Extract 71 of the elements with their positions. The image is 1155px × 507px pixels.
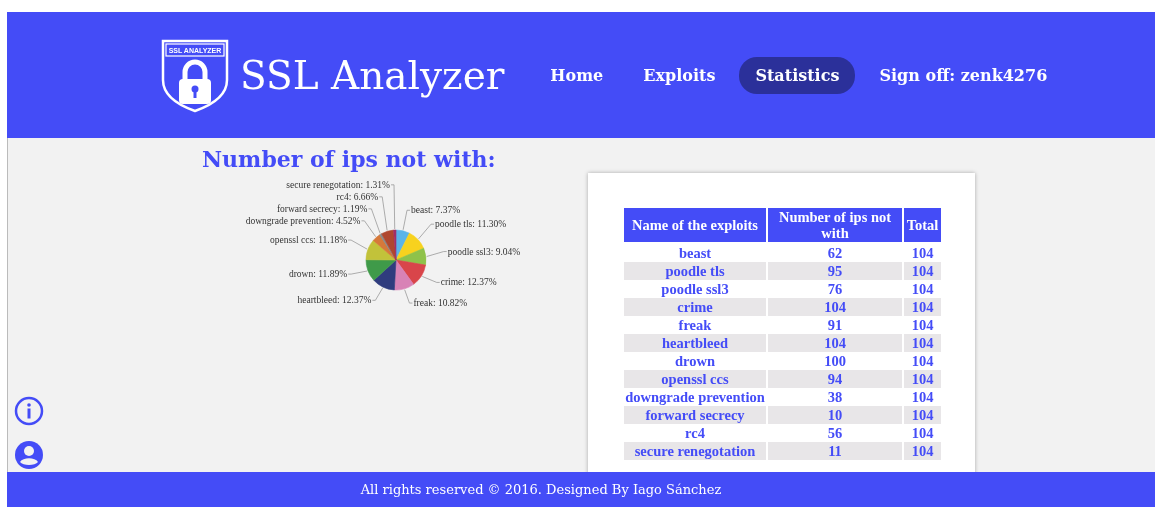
table-cell: 104: [904, 442, 941, 460]
column-header: Total: [904, 208, 941, 244]
data-label: drown: 11.89%: [288, 269, 348, 280]
table-cell: crime: [624, 298, 766, 316]
table-cell: 104: [904, 370, 941, 388]
nav-link[interactable]: Sign off: zenk4276: [863, 56, 1064, 94]
shield-icon: [161, 39, 229, 112]
table-cell-text: 38: [826, 388, 844, 406]
data-label: beast: 7.37%: [411, 205, 461, 216]
table-cell-text: drown: [674, 352, 716, 370]
table-cell-text: 100: [823, 352, 847, 370]
table-cell-text: beast: [677, 244, 713, 262]
leader-line: [421, 276, 441, 283]
data-label: crime: 12.37%: [440, 277, 497, 288]
table-cell: 104: [904, 406, 941, 424]
table-cell: 11: [768, 442, 902, 460]
table-cell: downgrade prevention: [624, 388, 766, 406]
nav-link[interactable]: Statistics: [739, 56, 856, 94]
table-cell-text: 104: [910, 316, 935, 334]
leader-line: [390, 184, 396, 230]
table-cell: forward secrecy: [624, 406, 766, 424]
leader-line: [402, 209, 411, 231]
table-cell: heartbleed: [624, 334, 766, 352]
padlock-icon: [179, 59, 211, 104]
table-cell-text: 76: [826, 280, 844, 298]
leader-line: [426, 251, 448, 257]
table-cell-text: 104: [910, 244, 935, 262]
leader-line: [347, 270, 368, 275]
column-header: Name of the exploits: [624, 208, 766, 244]
user-icon[interactable]: [14, 440, 44, 470]
table-cell-text: poodle ssl3: [660, 280, 730, 298]
leader-line: [378, 196, 388, 231]
footer-text: All rights reserved © 2016. Designed By Iago Sánchez: [360, 482, 722, 497]
table-cell: openssl ccs: [624, 370, 766, 388]
data-label: secure renegotation: 1.31%: [286, 179, 391, 190]
leader-line: [371, 287, 384, 301]
table-cell: 104: [768, 298, 902, 316]
table-cell-text: 104: [910, 424, 935, 442]
table-cell: secure renegotation: [624, 442, 766, 460]
table-cell-text: 104: [910, 280, 935, 298]
table-cell: 104: [768, 334, 902, 352]
data-label: rc4: 6.66%: [336, 191, 379, 202]
table-cell: 104: [904, 298, 941, 316]
data-label: poodle tls: 11.30%: [435, 219, 507, 230]
table-cell: 94: [768, 370, 902, 388]
table-cell-text: 104: [910, 388, 935, 406]
data-label: openssl ccs: 11.18%: [270, 235, 348, 246]
table-cell: 104: [904, 334, 941, 352]
table-cell: 104: [904, 262, 941, 280]
table-cell: 95: [768, 262, 902, 280]
table-cell-text: rc4: [684, 424, 706, 442]
nav-link[interactable]: Exploits: [627, 56, 732, 94]
leader-line: [404, 289, 413, 304]
column-header: Number of ips not with: [768, 208, 902, 244]
leader-line: [418, 223, 435, 240]
table-cell-text: 62: [826, 244, 844, 262]
site-title: SSL Analyzer: [240, 52, 505, 98]
table-cell-text: 56: [826, 424, 844, 442]
table-cell-text: 91: [826, 316, 844, 334]
data-label: poodle ssl3: 9.04%: [447, 246, 521, 257]
data-label: downgrade prevention: 4.52%: [245, 215, 361, 226]
data-label: freak: 10.82%: [413, 298, 468, 309]
info-icon[interactable]: [14, 396, 44, 426]
data-label: heartbleed: 12.37%: [297, 295, 372, 306]
table-cell: poodle tls: [624, 262, 766, 280]
table-cell: 10: [768, 406, 902, 424]
table-cell-text: freak: [677, 316, 713, 334]
data-label: forward secrecy: 1.19%: [276, 203, 368, 214]
table-cell-text: 104: [910, 352, 935, 370]
nav-link[interactable]: Home: [534, 56, 620, 94]
chart-title: Number of ips not with:: [202, 146, 496, 172]
